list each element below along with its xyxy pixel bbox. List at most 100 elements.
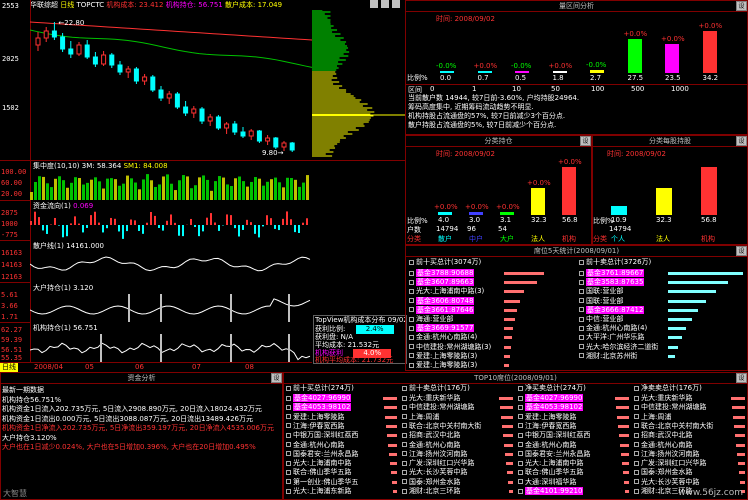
top10-row[interactable]: 联合:佛山季华五路 [285,468,399,477]
checkbox[interactable] [579,334,584,340]
checkbox[interactable] [518,469,523,475]
checkbox[interactable] [518,423,523,429]
top10-row[interactable]: 中信建投:常州湖塘路 [401,403,515,412]
seat-row[interactable]: 基金3583:87635 [578,278,746,287]
checkbox[interactable] [579,344,584,350]
seat-row[interactable]: 基金3761:89667 [578,269,746,278]
top10-row[interactable]: 湘财:北京三环路 [401,487,515,496]
checkbox[interactable] [286,488,291,494]
checkbox[interactable] [409,316,414,322]
top10-row[interactable]: 中银万国:深圳红荔西 [285,431,399,440]
top10-row[interactable]: 金通:杭州心南路 [285,441,399,450]
checkbox[interactable] [286,432,291,438]
indicator-label[interactable]: 资金流向(1) [33,202,71,210]
checkbox[interactable] [518,395,523,401]
checkbox[interactable] [634,488,639,494]
checkbox[interactable] [518,488,523,494]
seat-row[interactable]: 基金3669:91577 [408,324,576,333]
checkbox[interactable] [518,479,523,485]
checkbox[interactable] [286,423,291,429]
top10-row[interactable]: 金通:杭州心南路 [517,441,631,450]
top10-row[interactable]: 光大:重庆新华路 [401,394,515,403]
settings-button[interactable]: 设 [736,373,747,383]
seat-row[interactable]: 爱建:上海零陵路(3) [408,352,576,361]
concentration-chart[interactable] [30,170,312,200]
checkbox[interactable] [634,423,639,429]
checkbox[interactable] [634,442,639,447]
checkbox[interactable] [409,344,414,350]
book-icon[interactable] [392,0,401,8]
top10-row[interactable]: 基金4101:99210 [517,487,631,496]
checkbox[interactable] [634,404,639,410]
top10-row[interactable]: 国泰:郑州金水路 [633,468,747,477]
top10-row[interactable]: 基金4053:98102 [517,403,631,412]
top10-row[interactable]: 光大:上海浦南中路 [285,459,399,468]
checkbox[interactable] [402,385,407,391]
top10-row[interactable]: 金通:杭州心南路 [401,441,515,450]
checkbox[interactable] [402,479,407,485]
checkbox[interactable] [402,414,407,420]
checkbox[interactable] [409,298,414,304]
checkbox[interactable] [402,469,407,475]
top10-row[interactable]: 大通:深圳福华路 [517,478,631,487]
seat-row[interactable]: 基金3606:80748 [408,296,576,306]
checkbox[interactable] [634,479,639,485]
indicator-label[interactable]: 集中度(10,10) [33,162,80,170]
checkbox[interactable] [579,325,584,331]
indicator-label[interactable]: 机构持仓(1) [33,324,71,332]
retail-line-chart[interactable] [30,250,312,282]
money-flow-chart[interactable] [30,210,312,240]
checkbox[interactable] [634,460,639,466]
top10-row[interactable]: 上海:周浦 [633,413,747,422]
checkbox[interactable] [402,442,407,447]
top10-row[interactable]: 金通:杭州心南路 [633,441,747,450]
checkbox[interactable] [634,414,639,420]
grid-icon[interactable] [381,0,390,8]
top10-row[interactable]: 广发:深圳红口兴华路 [401,459,515,468]
indicator-name[interactable]: TOPCTC [76,1,104,9]
top10-row[interactable]: 上海:周浦 [401,413,515,422]
checkbox[interactable] [402,423,407,429]
checkbox[interactable] [402,432,407,438]
checkbox[interactable] [518,432,523,438]
seat-row[interactable]: 金通:杭州心南路(4) [408,333,576,342]
inst-cost-popup[interactable]: TopView机构成本分布 09/02 获利比例: 2.4% 获利盘: N/A … [313,315,407,364]
top10-row[interactable]: 江海:伊春宽西路 [285,422,399,431]
checkbox[interactable] [409,307,414,313]
seat-row[interactable]: 国联:营业部 [578,297,746,306]
checkbox[interactable] [634,395,639,401]
checkbox[interactable] [409,279,414,285]
checkbox[interactable] [286,395,291,401]
indicator-label[interactable]: 大户持仓(1) [33,284,71,292]
settings-button[interactable]: 设 [736,246,747,256]
period-tab[interactable]: 日线 [0,363,18,372]
top10-row[interactable]: 中银万国:深圳红荔西 [517,431,631,440]
indicator-label[interactable]: 散户线(1) [33,242,64,250]
checkbox[interactable] [286,451,291,457]
stock-name[interactable]: 华联综超 [30,1,58,9]
settings-button[interactable]: 设 [580,136,591,146]
checkbox[interactable] [634,451,639,457]
top10-row[interactable]: 国泰君安:兰州永昌路 [285,450,399,459]
checkbox[interactable] [409,325,414,331]
seat-row[interactable]: 海通:营业部 [408,315,576,324]
settings-button[interactable]: 设 [736,1,747,11]
top10-row[interactable]: 中信建投:常州湖塘路 [633,403,747,412]
kline-chart[interactable]: ←22.80 9.80→ [30,10,312,160]
checkbox[interactable] [409,270,414,276]
checkbox[interactable] [579,307,584,313]
top10-row[interactable]: 国泰:郑州金水路 [401,478,515,487]
checkbox[interactable] [409,288,414,294]
top10-row[interactable]: 基金4027:96990 [517,394,631,403]
settings-button[interactable]: 设 [271,373,282,383]
chip-distribution[interactable] [312,10,405,160]
checkbox[interactable] [518,414,523,420]
seat-row[interactable]: 中信建投:常州湖塘路(3) [408,343,576,352]
top10-row[interactable]: 江海:扬州汶河南路 [401,450,515,459]
checkbox[interactable] [579,288,584,294]
settings-button[interactable]: 设 [736,136,747,146]
top10-row[interactable]: 联合:北京中关村南大街 [633,422,747,431]
checkbox[interactable] [579,270,584,276]
checkbox[interactable] [518,442,523,447]
checkbox[interactable] [409,334,414,340]
